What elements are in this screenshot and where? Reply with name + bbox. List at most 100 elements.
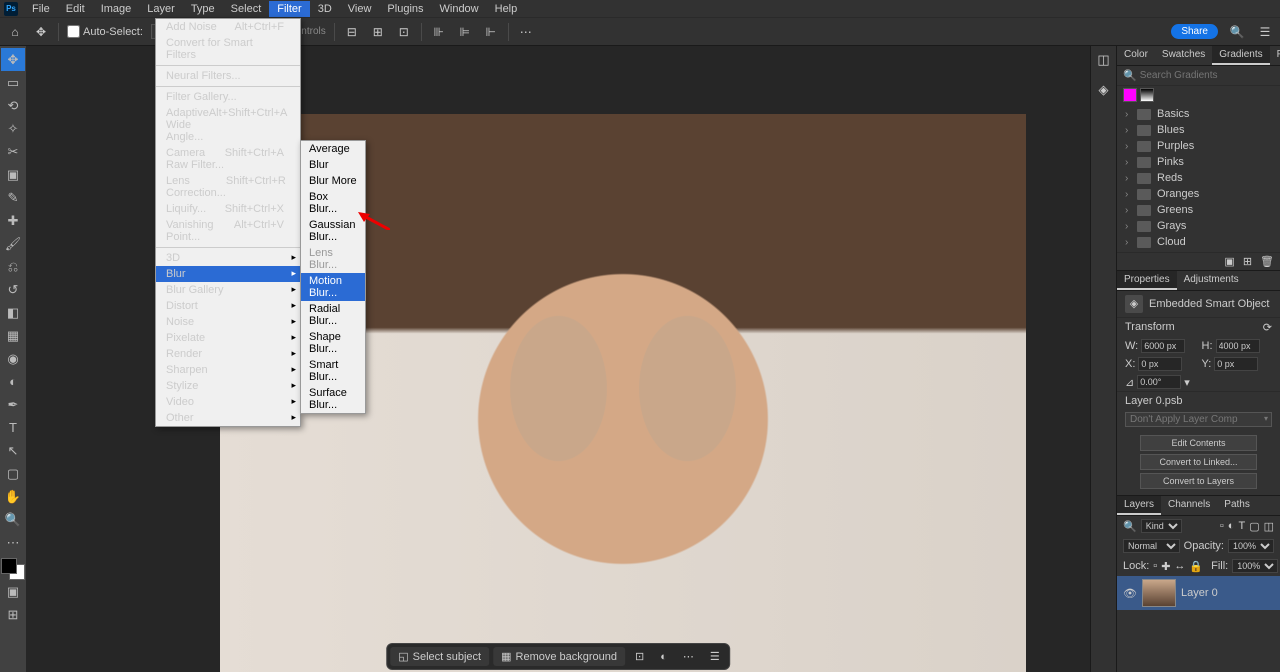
filter-item-camera-raw-filter-[interactable]: Camera Raw Filter...Shift+Ctrl+A: [156, 145, 300, 173]
lock-icon[interactable]: ↔: [1174, 560, 1185, 572]
eraser-tool[interactable]: ◧: [1, 301, 25, 324]
settings-icon[interactable]: ☰: [704, 647, 726, 666]
width-input[interactable]: [1141, 339, 1185, 353]
y-input[interactable]: [1214, 357, 1258, 371]
gradient-folder-cloud[interactable]: Cloud: [1117, 234, 1280, 250]
gradient-folder-greens[interactable]: Greens: [1117, 202, 1280, 218]
x-input[interactable]: [1138, 357, 1182, 371]
filter-item-other[interactable]: Other: [156, 410, 300, 426]
filter-item-add-noise[interactable]: Add NoiseAlt+Ctrl+F: [156, 19, 300, 35]
shape-tool[interactable]: ▢: [1, 462, 25, 485]
hand-tool[interactable]: ✋: [1, 485, 25, 508]
distribute-icon[interactable]: ⊩: [482, 25, 500, 39]
trash-icon[interactable]: 🗑: [1260, 255, 1274, 268]
reset-icon[interactable]: ⟳: [1263, 321, 1272, 334]
tab-properties[interactable]: Properties: [1117, 271, 1177, 290]
visibility-icon[interactable]: 👁: [1123, 587, 1137, 600]
adjust-icon[interactable]: ◐: [654, 648, 673, 666]
more-icon[interactable]: ⋯: [517, 25, 535, 39]
gradient-swatch[interactable]: [1140, 88, 1154, 102]
more-tools[interactable]: ⋯: [1, 531, 25, 554]
filter-item-video[interactable]: Video: [156, 394, 300, 410]
blur-item-box-blur-[interactable]: Box Blur...: [301, 189, 365, 217]
gradient-folder-basics[interactable]: Basics: [1117, 106, 1280, 122]
panel-icon[interactable]: ◫: [1095, 52, 1113, 70]
gradient-folder-purples[interactable]: Purples: [1117, 138, 1280, 154]
menu-edit[interactable]: Edit: [58, 1, 93, 17]
marquee-tool[interactable]: ▭: [1, 71, 25, 94]
blur-item-average[interactable]: Average: [301, 141, 365, 157]
wand-tool[interactable]: ✧: [1, 117, 25, 140]
filter-item-render[interactable]: Render: [156, 346, 300, 362]
more-icon[interactable]: ⋯: [677, 647, 700, 666]
filter-item-blur-gallery[interactable]: Blur Gallery: [156, 282, 300, 298]
search-input[interactable]: [1140, 70, 1274, 81]
quickmask-toggle[interactable]: ▣: [1, 580, 25, 603]
screenmode-toggle[interactable]: ⊞: [1, 603, 25, 626]
filter-item-noise[interactable]: Noise: [156, 314, 300, 330]
share-button[interactable]: Share: [1171, 24, 1218, 39]
new-item-icon[interactable]: ⊞: [1243, 255, 1252, 268]
transform-icon[interactable]: ⊡: [629, 647, 650, 666]
blend-mode[interactable]: Normal: [1123, 539, 1180, 553]
gradient-folder-pinks[interactable]: Pinks: [1117, 154, 1280, 170]
tab-paths[interactable]: Paths: [1217, 496, 1257, 515]
blur-item-gaussian-blur-[interactable]: Gaussian Blur...: [301, 217, 365, 245]
gradient-search[interactable]: 🔍: [1117, 66, 1280, 86]
new-group-icon[interactable]: ▣: [1224, 255, 1234, 268]
angle-input[interactable]: [1137, 375, 1181, 389]
menu-view[interactable]: View: [340, 1, 380, 17]
tab-adjustments[interactable]: Adjustments: [1177, 271, 1246, 290]
stamp-tool[interactable]: ⎌: [1, 255, 25, 278]
layer-name[interactable]: Layer 0: [1181, 587, 1218, 599]
blur-item-motion-blur-[interactable]: Motion Blur...: [301, 273, 365, 301]
lock-icon[interactable]: ▫: [1153, 560, 1157, 572]
gradient-folder-oranges[interactable]: Oranges: [1117, 186, 1280, 202]
zoom-tool[interactable]: 🔍: [1, 508, 25, 531]
filter-item-neural-filters-[interactable]: Neural Filters...: [156, 68, 300, 84]
filter-kind[interactable]: Kind: [1141, 519, 1182, 533]
tab-color[interactable]: Color: [1117, 46, 1155, 65]
blur-tool[interactable]: ◉: [1, 347, 25, 370]
menu-layer[interactable]: Layer: [139, 1, 183, 17]
menu-filter[interactable]: Filter: [269, 1, 309, 17]
gradient-swatch[interactable]: [1123, 88, 1137, 102]
frame-tool[interactable]: ▣: [1, 163, 25, 186]
menu-file[interactable]: File: [24, 1, 58, 17]
workspace-icon[interactable]: ☰: [1256, 25, 1274, 39]
tab-layers[interactable]: Layers: [1117, 496, 1161, 515]
gradient-folder-grays[interactable]: Grays: [1117, 218, 1280, 234]
filter-icon[interactable]: ▫: [1220, 520, 1224, 532]
align-icon[interactable]: ⊟: [343, 25, 361, 39]
menu-select[interactable]: Select: [223, 1, 270, 17]
tab-swatches[interactable]: Swatches: [1155, 46, 1212, 65]
menu-image[interactable]: Image: [93, 1, 140, 17]
filter-item-adaptive-wide-angle-[interactable]: Adaptive Wide Angle...Alt+Shift+Ctrl+A: [156, 105, 300, 145]
blur-item-smart-blur-[interactable]: Smart Blur...: [301, 357, 365, 385]
heal-tool[interactable]: ✚: [1, 209, 25, 232]
pen-tool[interactable]: ✒: [1, 393, 25, 416]
align-icon[interactable]: ⊡: [395, 25, 413, 39]
select-subject-button[interactable]: ◱Select subject: [390, 647, 489, 666]
panel-icon[interactable]: ◈: [1095, 82, 1113, 100]
blur-item-blur[interactable]: Blur: [301, 157, 365, 173]
blur-item-blur-more[interactable]: Blur More: [301, 173, 365, 189]
convert-layers-button[interactable]: Convert to Layers: [1140, 473, 1258, 489]
type-tool[interactable]: T: [1, 416, 25, 439]
menu-3d[interactable]: 3D: [310, 1, 340, 17]
fill[interactable]: 100%: [1232, 559, 1278, 573]
tab-gradients[interactable]: Gradients: [1212, 46, 1269, 65]
blur-item-surface-blur-[interactable]: Surface Blur...: [301, 385, 365, 413]
brush-tool[interactable]: 🖌: [1, 232, 25, 255]
color-swatches[interactable]: [1, 558, 25, 580]
filter-item-liquify-[interactable]: Liquify...Shift+Ctrl+X: [156, 201, 300, 217]
opacity[interactable]: 100%: [1228, 539, 1274, 553]
tab-patterns[interactable]: Patterns: [1270, 46, 1280, 65]
filter-item-lens-correction-[interactable]: Lens Correction...Shift+Ctrl+R: [156, 173, 300, 201]
lock-icon[interactable]: 🔒: [1189, 560, 1203, 573]
dodge-tool[interactable]: ◐: [1, 370, 25, 393]
lock-icon[interactable]: ✚: [1161, 560, 1170, 573]
remove-bg-button[interactable]: ▦Remove background: [493, 647, 625, 666]
home-icon[interactable]: ⌂: [6, 25, 24, 39]
menu-type[interactable]: Type: [183, 1, 223, 17]
